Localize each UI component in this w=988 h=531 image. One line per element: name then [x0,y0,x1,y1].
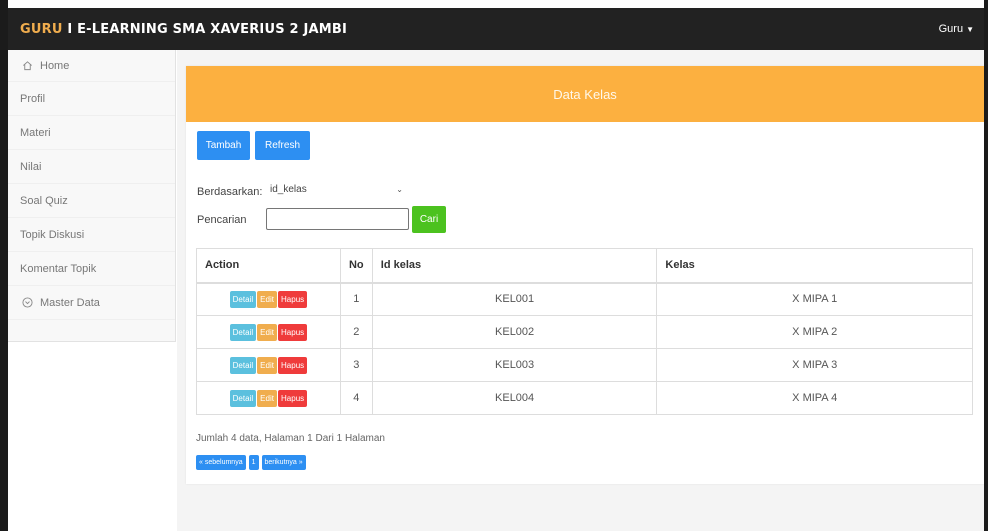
search-button[interactable]: Cari [412,206,446,233]
sidebar-item-label: Profil [20,92,46,105]
page-title: Data Kelas [553,86,617,102]
sidebar-item-label: Soal Quiz [20,194,68,207]
page-1-button[interactable]: 1 [248,455,259,470]
row-number: 2 [339,315,373,349]
caret-down-icon: ▼ [966,25,974,34]
delete-button[interactable]: Hapus [278,389,308,407]
add-button[interactable]: Tambah [197,131,250,160]
action-cell: Detail Edit Hapus [196,348,341,382]
sidebar-item-nilai[interactable]: Nilai [8,150,175,184]
action-cell: Detail Edit Hapus [196,282,341,316]
window-frame-right [984,0,988,531]
panel-header: Data Kelas [186,66,984,122]
table-row: Detail Edit Hapus 3 KEL003 X MIPA 3 [196,348,973,382]
user-menu-label: Guru [938,23,964,35]
sidebar-item-profil[interactable]: Profil [8,82,175,116]
chevron-down-icon: ⌄ [396,184,403,194]
delete-button[interactable]: Hapus [278,323,308,341]
next-page-button[interactable]: berikutnya » [261,455,306,470]
sidebar-item-materi[interactable]: Materi [8,116,175,150]
sidebar-item-topik-diskusi[interactable]: Topik Diskusi [8,218,175,252]
detail-button[interactable]: Detail [229,356,257,374]
sidebar-item-label: Home [40,59,70,72]
brand-accent: GURU [20,21,63,37]
circle-chevron-down-icon [20,297,34,308]
edit-button[interactable]: Edit [257,290,277,308]
table-row: Detail Edit Hapus 1 KEL001 X MIPA 1 [196,282,973,316]
sidebar-item-label: Nilai [20,160,42,173]
edit-button[interactable]: Edit [257,323,277,341]
edit-button[interactable]: Edit [257,356,277,374]
action-cell: Detail Edit Hapus [196,315,341,349]
id-kelas-cell: KEL002 [371,315,658,349]
id-kelas-cell: KEL004 [371,381,658,415]
column-header-no: No [339,248,373,284]
home-icon [20,60,34,71]
sidebar-item-komentar-topik[interactable]: Komentar Topik [8,252,175,286]
kelas-cell: X MIPA 4 [656,381,973,415]
row-number: 1 [339,282,373,316]
search-label: Pencarian [197,214,247,226]
sidebar-item-master-data[interactable]: Master Data [8,286,175,320]
action-cell: Detail Edit Hapus [196,381,341,415]
prev-page-button[interactable]: « sebelumnya [196,455,246,470]
user-menu-dropdown[interactable]: Guru ▼ [939,23,974,35]
table-header-row: Action No Id kelas Kelas [196,248,973,284]
top-navbar: GURU I E-LEARNING SMA XAVERIUS 2 JAMBI G… [8,8,984,50]
id-kelas-cell: KEL003 [371,348,658,382]
sidebar-item-label: Materi [20,126,51,139]
sidebar-item-soal-quiz[interactable]: Soal Quiz [8,184,175,218]
kelas-cell: X MIPA 1 [656,282,973,316]
table-row: Detail Edit Hapus 2 KEL002 X MIPA 2 [196,315,973,349]
column-header-kelas: Kelas [656,248,973,284]
detail-button[interactable]: Detail [229,290,257,308]
kelas-table: Action No Id kelas Kelas Detail Edit Hap… [196,248,973,415]
pagination: « sebelumnya 1 berikutnya » [196,455,306,470]
detail-button[interactable]: Detail [229,389,257,407]
sidebar-item-label: Master Data [40,296,100,309]
pagination-summary: Jumlah 4 data, Halaman 1 Dari 1 Halaman [196,433,385,444]
table-row: Detail Edit Hapus 4 KEL004 X MIPA 4 [196,381,973,415]
row-number: 3 [339,348,373,382]
brand-text: I E-LEARNING SMA XAVERIUS 2 JAMBI [62,21,348,37]
delete-button[interactable]: Hapus [278,290,308,308]
column-header-action: Action [196,248,341,284]
refresh-button[interactable]: Refresh [255,131,310,160]
kelas-cell: X MIPA 2 [656,315,973,349]
filter-field-select[interactable]: id_kelas ⌄ [266,178,409,200]
column-header-id-kelas: Id kelas [371,248,658,284]
sidebar: Home Profil Materi Nilai Soal Quiz Topik… [8,50,176,342]
filter-by-label: Berdasarkan: [197,186,263,198]
delete-button[interactable]: Hapus [278,356,308,374]
kelas-cell: X MIPA 3 [656,348,973,382]
search-input[interactable] [266,208,409,230]
window-frame-left [0,0,8,531]
sidebar-item-home[interactable]: Home [8,50,175,82]
detail-button[interactable]: Detail [229,323,257,341]
sidebar-item-label: Komentar Topik [20,262,97,275]
brand-title[interactable]: GURU I E-LEARNING SMA XAVERIUS 2 JAMBI [20,22,347,37]
id-kelas-cell: KEL001 [371,282,658,316]
sidebar-item-label: Topik Diskusi [20,228,85,241]
filter-field-value: id_kelas [270,183,307,195]
edit-button[interactable]: Edit [257,389,277,407]
row-number: 4 [339,381,373,415]
